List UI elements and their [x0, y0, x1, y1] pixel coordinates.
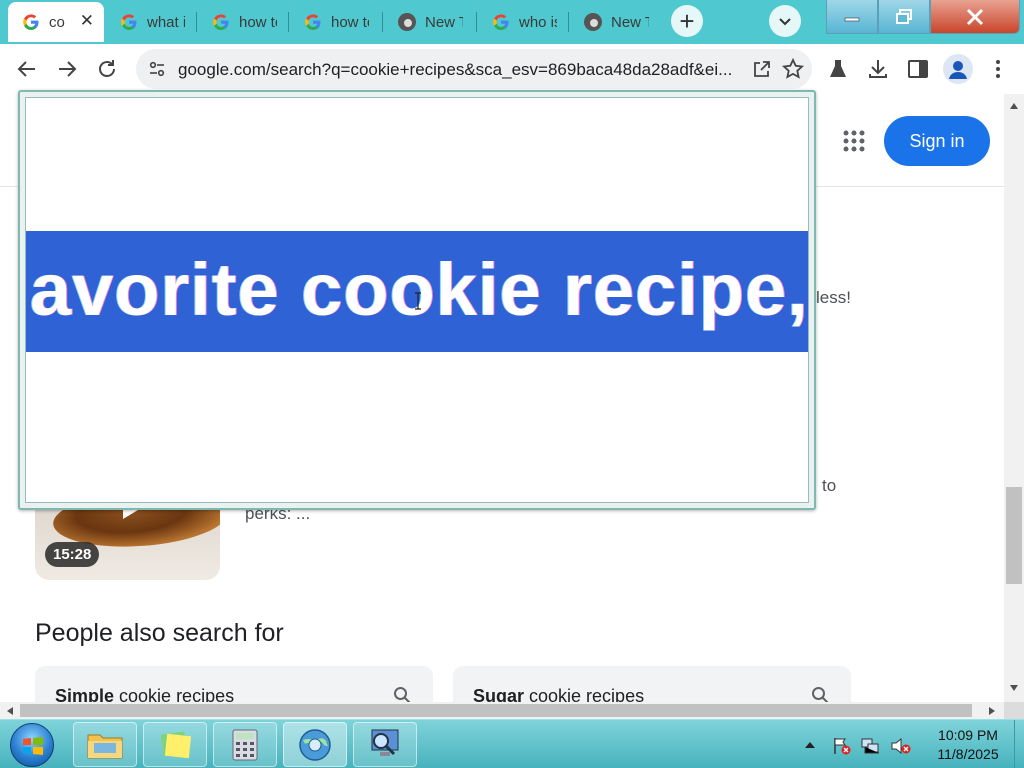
- new-tab-button[interactable]: +: [671, 5, 703, 37]
- browser-globe-icon: [299, 728, 331, 761]
- tab-title: who is: [519, 13, 557, 31]
- clock-time: 10:09 PM: [938, 727, 998, 743]
- taskbar-chrome[interactable]: [283, 722, 347, 767]
- text-cursor-icon: [415, 292, 421, 310]
- tab-new-tab-1[interactable]: New T: [384, 4, 474, 40]
- tab-title: what i: [147, 13, 185, 31]
- tab-how-to-2[interactable]: how to: [290, 4, 380, 40]
- close-window-button[interactable]: [930, 0, 1020, 34]
- tab-new-tab-2[interactable]: New T: [570, 4, 660, 40]
- plus-icon: +: [679, 6, 695, 36]
- tab-separator: [196, 12, 197, 32]
- restore-button[interactable]: [878, 0, 930, 34]
- scroll-right-arrow-icon[interactable]: [988, 706, 996, 716]
- reload-icon[interactable]: [95, 57, 119, 81]
- google-g-icon: [305, 14, 321, 30]
- close-icon: [966, 8, 984, 25]
- vertical-scrollbar[interactable]: [1004, 94, 1024, 702]
- google-apps-icon[interactable]: [843, 130, 865, 152]
- scroll-down-arrow-icon[interactable]: [1009, 684, 1019, 692]
- tab-search-button[interactable]: [769, 5, 801, 37]
- minimize-icon: [844, 17, 860, 21]
- suggestion-text: Simple cookie recipes: [55, 686, 235, 702]
- url-text: google.com/search?q=cookie+recipes&sca_e…: [178, 60, 733, 79]
- tab-how-to-1[interactable]: how to: [198, 4, 286, 40]
- search-icon: [812, 687, 829, 702]
- extension-flask-icon[interactable]: [826, 57, 850, 81]
- search-icon: [394, 687, 411, 702]
- restore-icon: [896, 8, 912, 24]
- tab-title: New T: [611, 13, 649, 31]
- folder-icon: [87, 734, 123, 758]
- show-hidden-icons-icon[interactable]: [804, 740, 816, 750]
- tab-title: co: [49, 13, 65, 31]
- tab-separator: [568, 12, 569, 32]
- close-tab-icon[interactable]: ✕: [80, 11, 94, 31]
- tab-separator: [476, 12, 477, 32]
- more-menu-icon[interactable]: [986, 57, 1010, 81]
- sign-in-button[interactable]: Sign in: [884, 116, 990, 166]
- bookmark-star-icon[interactable]: [782, 58, 804, 80]
- suggestion-text: Sugar cookie recipes: [473, 686, 645, 702]
- result-snippet: less!: [816, 288, 851, 307]
- tab-title: how to: [239, 13, 277, 31]
- forward-icon[interactable]: [55, 57, 79, 81]
- network-icon[interactable]: [860, 736, 882, 756]
- tab-what[interactable]: what i: [106, 4, 194, 40]
- magnified-text: avorite cookie recipe, a: [30, 248, 809, 331]
- result-snippet: to: [822, 476, 837, 495]
- browser-toolbar: google.com/search?q=cookie+recipes&sca_e…: [0, 44, 1024, 94]
- windows-taskbar: 10:09 PM 11/8/2025: [0, 719, 1024, 768]
- minimize-button[interactable]: [826, 0, 878, 34]
- google-g-icon: [213, 14, 229, 30]
- show-desktop-button[interactable]: [1014, 720, 1024, 768]
- tab-title: New T: [425, 13, 463, 31]
- chrome-icon: [584, 13, 602, 31]
- start-button[interactable]: [10, 723, 54, 767]
- chevron-down-icon: [779, 18, 791, 26]
- tab-separator: [288, 12, 289, 32]
- horizontal-scrollbar[interactable]: [0, 702, 1004, 719]
- scroll-up-arrow-icon[interactable]: [1009, 102, 1019, 110]
- taskbar-explorer[interactable]: [73, 722, 137, 767]
- suggestion-chip-sugar[interactable]: Sugar cookie recipes: [453, 666, 851, 702]
- person-icon: [949, 61, 967, 79]
- profile-avatar[interactable]: [943, 54, 973, 84]
- suggestion-chip-simple[interactable]: Simple cookie recipes: [35, 666, 433, 702]
- system-clock[interactable]: 10:09 PM 11/8/2025: [922, 726, 1014, 764]
- windows-logo-icon: [23, 737, 43, 755]
- google-g-icon: [493, 14, 509, 30]
- google-g-icon: [23, 14, 39, 30]
- action-center-flag-icon[interactable]: [832, 736, 852, 756]
- calculator-icon: [232, 729, 258, 760]
- people-also-search-heading: People also search for: [35, 619, 284, 647]
- clock-date: 11/8/2025: [937, 746, 999, 762]
- share-icon[interactable]: [752, 59, 772, 79]
- volume-muted-icon[interactable]: [890, 736, 912, 756]
- tab-active[interactable]: co ✕: [8, 2, 104, 42]
- taskbar-calculator[interactable]: [213, 722, 277, 767]
- sticky-notes-icon: [160, 730, 192, 758]
- magnifier-window[interactable]: avorite cookie recipe, a: [18, 90, 816, 510]
- video-duration: 15:28: [45, 542, 100, 567]
- tab-who-is[interactable]: who is: [478, 4, 566, 40]
- scroll-left-arrow-icon[interactable]: [6, 706, 14, 716]
- scrollbar-corner: [1004, 702, 1024, 719]
- side-panel-icon[interactable]: [906, 57, 930, 81]
- address-bar[interactable]: google.com/search?q=cookie+recipes&sca_e…: [136, 49, 812, 89]
- magnifier-icon: [371, 729, 399, 756]
- magnifier-viewport: avorite cookie recipe, a: [25, 97, 809, 503]
- vertical-scroll-thumb[interactable]: [1006, 487, 1022, 584]
- download-icon[interactable]: [866, 57, 890, 81]
- google-g-icon: [121, 14, 137, 30]
- tab-separator: [382, 12, 383, 32]
- browser-titlebar: co ✕ what i how to how to: [0, 0, 1024, 44]
- taskbar-magnifier[interactable]: [353, 722, 417, 767]
- horizontal-scroll-thumb[interactable]: [20, 704, 972, 717]
- chrome-icon: [398, 13, 416, 31]
- back-icon[interactable]: [15, 57, 39, 81]
- taskbar-sticky-notes[interactable]: [143, 722, 207, 767]
- site-settings-icon[interactable]: [148, 60, 166, 78]
- tab-title: how to: [331, 13, 369, 31]
